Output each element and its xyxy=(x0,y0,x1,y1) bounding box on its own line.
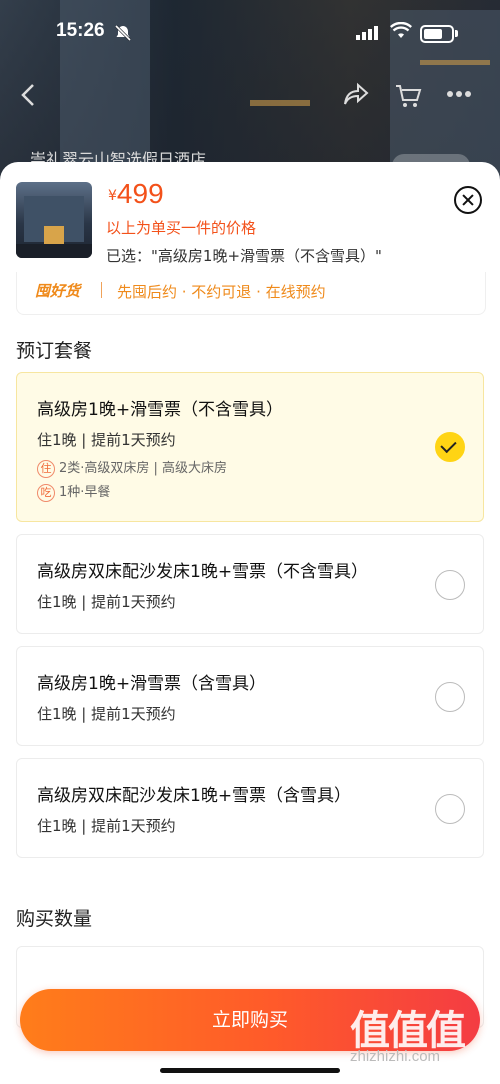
package-details: 住1晚 | 提前1天预约 xyxy=(37,593,176,611)
stay-icon: 住 xyxy=(37,459,55,478)
status-bar: 15:26 xyxy=(0,0,500,66)
eat-icon: 吃 xyxy=(37,483,55,502)
bell-muted-icon xyxy=(114,24,132,42)
guarantee-banner: 囤好货 先囤后约 · 不约可退 · 在线预约 xyxy=(16,272,486,315)
package-option[interactable]: 高级房1晚+滑雪票（含雪具） 住1晚 | 提前1天预约 xyxy=(16,646,484,746)
price-note: 以上为单买一件的价格 xyxy=(106,219,257,237)
radio-button[interactable] xyxy=(435,794,465,824)
price: ¥499 xyxy=(108,178,164,210)
more-icon[interactable] xyxy=(446,90,472,98)
package-option[interactable]: 高级房双床配沙发床1晚+雪票（含雪具） 住1晚 | 提前1天预约 xyxy=(16,758,484,858)
cart-icon[interactable] xyxy=(394,82,422,110)
product-thumbnail xyxy=(16,182,92,258)
room-tag-text: 2类·高级双床房 | 高级大床房 xyxy=(59,461,228,476)
package-name: 高级房双床配沙发床1晚+雪票（含雪具） xyxy=(37,786,352,806)
meal-tag-text: 1种·早餐 xyxy=(59,485,111,500)
cellular-signal-icon xyxy=(356,26,378,40)
back-icon[interactable] xyxy=(18,82,40,108)
share-icon[interactable] xyxy=(342,82,370,108)
guarantee-text: 先囤后约 · 不约可退 · 在线预约 xyxy=(117,283,326,301)
package-name: 高级房1晚+滑雪票（不含雪具） xyxy=(37,400,284,420)
price-currency: ¥ xyxy=(108,188,117,204)
price-value: 499 xyxy=(116,178,164,209)
package-meal-tag: 吃 1种·早餐 xyxy=(37,481,110,502)
battery-icon xyxy=(420,25,458,43)
home-indicator xyxy=(160,1068,340,1073)
checkmark-icon[interactable] xyxy=(435,432,465,462)
status-time: 15:26 xyxy=(56,20,105,41)
watermark-url: zhizhizhi.com xyxy=(350,1048,441,1065)
guarantee-divider xyxy=(101,282,102,298)
quantity-title: 购买数量 xyxy=(16,908,93,930)
package-details: 住1晚 | 提前1天预约 xyxy=(37,817,176,835)
package-room-tag: 住 2类·高级双床房 | 高级大床房 xyxy=(37,457,227,478)
package-name: 高级房双床配沙发床1晚+雪票（不含雪具） xyxy=(37,562,369,582)
close-button[interactable] xyxy=(454,186,482,214)
sku-selection-sheet: ¥499 以上为单买一件的价格 已选："高级房1晚+滑雪票（不含雪具）" 囤好货… xyxy=(0,162,500,1084)
guarantee-logo: 囤好货 xyxy=(35,282,81,300)
package-details: 住1晚 | 提前1天预约 xyxy=(37,431,176,449)
package-option[interactable]: 高级房1晚+滑雪票（不含雪具） 住1晚 | 提前1天预约 住 2类·高级双床房 |… xyxy=(16,372,484,522)
package-option[interactable]: 高级房双床配沙发床1晚+雪票（不含雪具） 住1晚 | 提前1天预约 xyxy=(16,534,484,634)
package-details: 住1晚 | 提前1天预约 xyxy=(37,705,176,723)
packages-title: 预订套餐 xyxy=(16,340,93,362)
package-name: 高级房1晚+滑雪票（含雪具） xyxy=(37,674,267,694)
wifi-icon xyxy=(390,22,412,38)
top-nav xyxy=(0,78,500,114)
selected-option-text: 已选："高级房1晚+滑雪票（不含雪具）" xyxy=(106,247,382,265)
radio-button[interactable] xyxy=(435,682,465,712)
radio-button[interactable] xyxy=(435,570,465,600)
